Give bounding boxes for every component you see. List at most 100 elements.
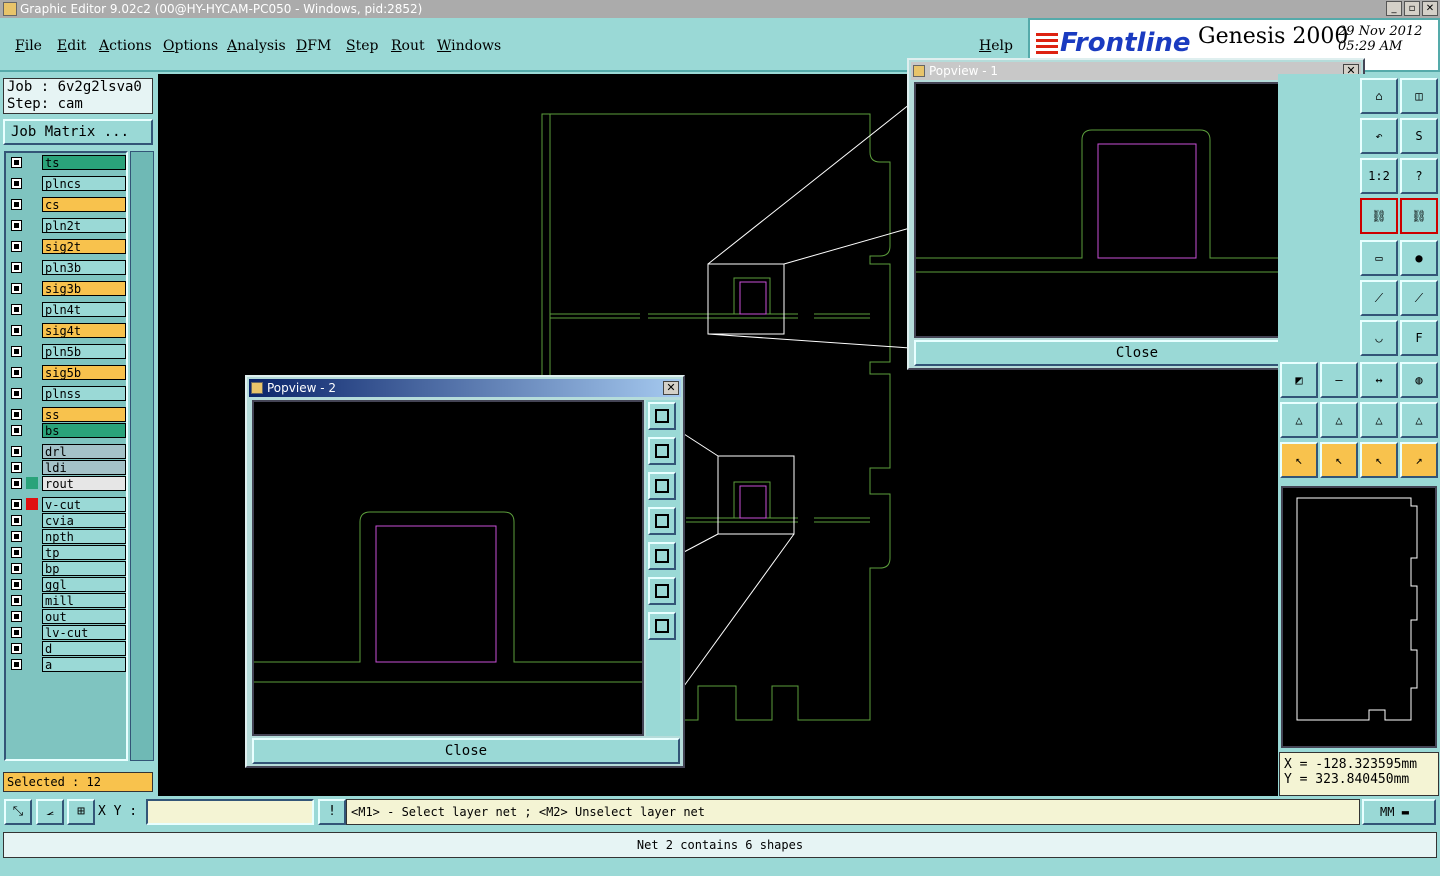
menu-analysis[interactable]: Analysis [227,38,286,54]
triangle-tool-3-button[interactable]: △ [1360,402,1398,438]
popview-2-view[interactable] [252,400,644,736]
layer-checkbox[interactable] [11,325,22,336]
pv2-zoom-home-button[interactable] [648,402,676,430]
menu-actions[interactable]: Actions [99,38,152,54]
layer-name[interactable]: v-cut [42,497,126,512]
layer-checkbox[interactable] [11,283,22,294]
line-tool-button[interactable]: ⟋ [1360,280,1398,316]
layer-name[interactable]: pln2t [42,218,126,233]
pv2-pan-right-button[interactable] [648,542,676,570]
layer-name[interactable]: a [42,657,126,672]
layer-checkbox[interactable] [11,388,22,399]
layer-row-sig2t[interactable]: sig2t [8,239,126,254]
pv2-pan-left-button[interactable] [648,507,676,535]
layer-row-sig5b[interactable]: sig5b [8,365,126,380]
snap-grid-button[interactable]: ⤡ [4,799,32,825]
triangle-tool-2-button[interactable]: △ [1320,402,1358,438]
panel-toggle-button[interactable]: ◫ [1400,78,1438,114]
layer-row-ts[interactable]: ts [8,155,126,170]
layer-name[interactable]: rout [42,476,126,491]
layer-checkbox[interactable] [11,220,22,231]
layer-name[interactable]: sig3b [42,281,126,296]
layer-row-lv-cut[interactable]: lv-cut [8,625,126,640]
net-select-alt-button[interactable]: ⛓ [1400,198,1438,234]
help-query-button[interactable]: ? [1400,158,1438,194]
layer-name[interactable]: sig4t [42,323,126,338]
layer-name[interactable]: pln3b [42,260,126,275]
layer-checkbox[interactable] [11,262,22,273]
layer-name[interactable]: npth [42,529,126,544]
menu-help[interactable]: Help [979,38,1013,54]
layer-row-pln4t[interactable]: pln4t [8,302,126,317]
layer-name[interactable]: bs [42,423,126,438]
layer-checkbox[interactable] [11,178,22,189]
pad-button[interactable]: ● [1400,240,1438,276]
layer-checkbox[interactable] [11,199,22,210]
message-button[interactable]: ! [318,799,346,825]
layer-checkbox[interactable] [11,547,22,558]
layer-row-bp[interactable]: bp [8,561,126,576]
layer-name[interactable]: ts [42,155,126,170]
menu-options[interactable]: Options [163,38,218,54]
layer-checkbox[interactable] [11,304,22,315]
pointer-remove-button[interactable]: ↖ [1360,442,1398,478]
layer-name[interactable]: ggl [42,577,126,592]
layer-name[interactable]: lv-cut [42,625,126,640]
layer-row-rout[interactable]: rout [8,476,126,491]
layer-row-sig4t[interactable]: sig4t [8,323,126,338]
line-tool-alt-button[interactable]: ⟋ [1400,280,1438,316]
net-pointer-button[interactable]: ↗ [1400,442,1438,478]
layer-row-ggl[interactable]: ggl [8,577,126,592]
layer-row-ss[interactable]: ss [8,407,126,422]
layer-checkbox[interactable] [11,425,22,436]
layer-checkbox[interactable] [11,409,22,420]
layer-name[interactable]: sig5b [42,365,126,380]
layer-checkbox[interactable] [11,478,22,489]
close-window-button[interactable]: ✕ [1422,1,1438,16]
layer-row-bs[interactable]: bs [8,423,126,438]
pointer-add-button[interactable]: ↖ [1320,442,1358,478]
layer-row-pln3b[interactable]: pln3b [8,260,126,275]
menu-rout[interactable]: Rout [391,38,425,54]
layer-row-pln2t[interactable]: pln2t [8,218,126,233]
layer-row-plncs[interactable]: plncs [8,176,126,191]
menu-step[interactable]: Step [346,38,378,54]
triangle-tool-1-button[interactable]: △ [1280,402,1318,438]
layer-row-tp[interactable]: tp [8,545,126,560]
layer-row-d[interactable]: d [8,641,126,656]
layer-name[interactable]: drl [42,444,126,459]
menu-dfm[interactable]: DFM [296,38,331,54]
layer-row-mill[interactable]: mill [8,593,126,608]
scale-one-to-two-button[interactable]: 1:2 [1360,158,1398,194]
pv2-pan-down-button[interactable] [648,472,676,500]
layer-name[interactable]: ldi [42,460,126,475]
layer-row-npth[interactable]: npth [8,529,126,544]
popview-2-close-icon[interactable]: ✕ [663,381,679,395]
layer-row-out[interactable]: out [8,609,126,624]
xy-input[interactable] [146,799,314,825]
layer-checkbox[interactable] [11,531,22,542]
minimize-button[interactable]: _ [1386,1,1402,16]
select-line-button[interactable]: — [1320,362,1358,398]
layer-name[interactable]: plncs [42,176,126,191]
layer-checkbox[interactable] [11,643,22,654]
layer-checkbox[interactable] [11,659,22,670]
layer-name[interactable]: pln5b [42,344,126,359]
layer-name[interactable]: mill [42,593,126,608]
units-select[interactable]: MM ▬ [1362,799,1436,825]
layer-checkbox[interactable] [11,367,22,378]
layer-row-sig3b[interactable]: sig3b [8,281,126,296]
layer-checkbox[interactable] [11,499,22,510]
snap-angle-button[interactable]: ⦟ [36,799,64,825]
layer-checkbox[interactable] [11,595,22,606]
layer-row-cvia[interactable]: cvia [8,513,126,528]
net-select-button[interactable]: ⛓ [1360,198,1398,234]
job-matrix-button[interactable]: Job Matrix ... [3,119,153,145]
layer-name[interactable]: ss [42,407,126,422]
layer-checkbox[interactable] [11,241,22,252]
layer-name[interactable]: sig2t [42,239,126,254]
menu-file[interactable]: File [15,38,42,54]
pv2-zoom-in-button[interactable] [648,577,676,605]
layer-name[interactable]: pln4t [42,302,126,317]
popview-2-close-button[interactable]: Close [252,738,680,764]
